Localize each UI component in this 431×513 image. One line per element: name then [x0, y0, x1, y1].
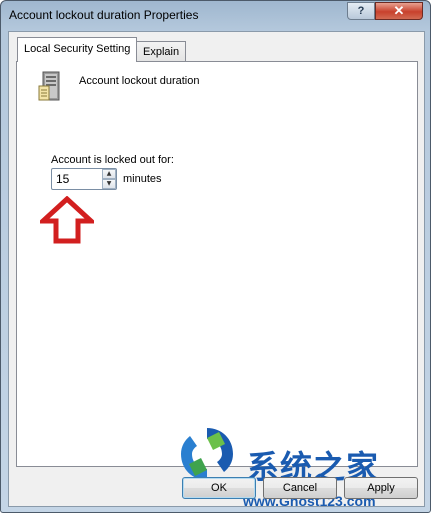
- spin-up-button[interactable]: ▲: [102, 169, 116, 179]
- window-title: Account lockout duration Properties: [9, 8, 199, 22]
- tab-explain[interactable]: Explain: [136, 41, 187, 62]
- red-up-arrow-icon: [40, 196, 94, 244]
- tab-local-security-setting[interactable]: Local Security Setting: [17, 37, 138, 62]
- lockout-duration-label: Account is locked out for:: [51, 154, 174, 166]
- properties-window: Account lockout duration Properties ? ✕ …: [0, 0, 431, 513]
- ok-button[interactable]: OK: [182, 477, 256, 499]
- lockout-duration-spinbox: ▲ ▼: [51, 168, 117, 190]
- lockout-duration-input[interactable]: [54, 170, 100, 188]
- policy-title: Account lockout duration: [79, 75, 200, 87]
- unit-label: minutes: [123, 173, 162, 185]
- spin-up-icon: ▲: [106, 170, 112, 177]
- close-button[interactable]: ✕: [375, 2, 423, 20]
- apply-button[interactable]: Apply: [344, 477, 418, 499]
- dialog-client-area: Local Security Setting Explain Account l…: [8, 31, 425, 509]
- tab-panel: Account lockout duration Account is lock…: [16, 61, 418, 467]
- watermark-logo-icon: [181, 428, 233, 480]
- cancel-button[interactable]: Cancel: [263, 477, 337, 499]
- spin-down-button[interactable]: ▼: [102, 179, 116, 189]
- title-bar[interactable]: Account lockout duration Properties ? ✕: [1, 1, 430, 31]
- help-button[interactable]: ?: [347, 2, 375, 20]
- server-icon: [38, 71, 60, 101]
- spin-down-icon: ▼: [106, 180, 112, 187]
